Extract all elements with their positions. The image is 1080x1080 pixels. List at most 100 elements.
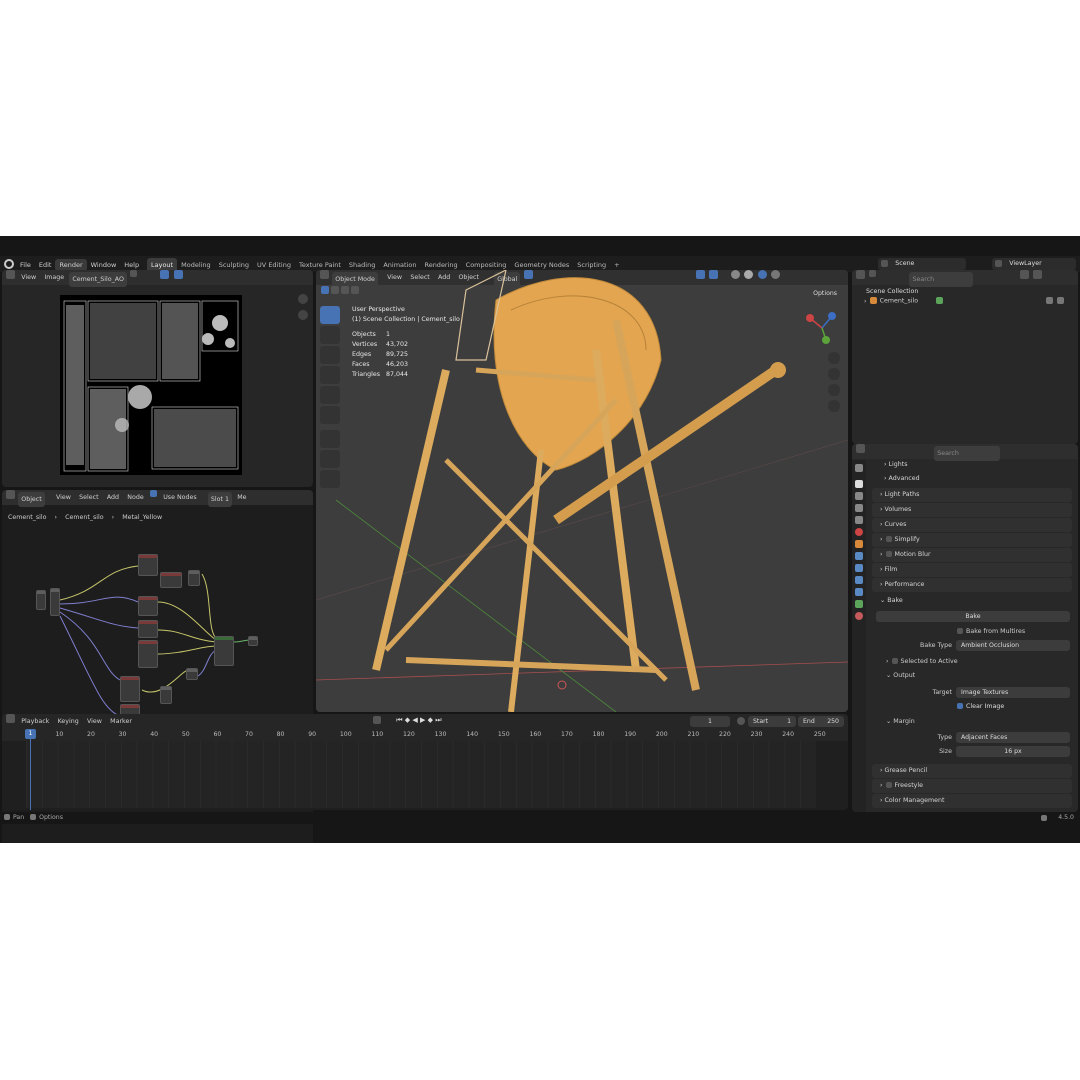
select-extend-icon[interactable] [331, 286, 339, 294]
play-reverse-icon[interactable]: ◀ [412, 716, 417, 724]
start-frame-field[interactable]: Start 1 [748, 716, 796, 727]
section-grease-pencil[interactable]: › Grease Pencil [872, 764, 1072, 778]
jump-start-icon[interactable]: ⏮ [396, 716, 402, 724]
tool-transform-icon[interactable] [320, 406, 340, 424]
navigation-gizmo[interactable] [802, 308, 842, 348]
output-tab-icon[interactable] [855, 492, 863, 500]
particles-tab-icon[interactable] [855, 564, 863, 572]
section-light-paths[interactable]: › Light Paths [872, 488, 1072, 502]
node-image-texture-4[interactable] [138, 620, 158, 638]
output-subsection[interactable]: ⌄ Output [886, 670, 915, 681]
display-mode-icon[interactable] [869, 270, 877, 277]
tool-move-icon[interactable] [320, 346, 340, 364]
tool-measure-icon[interactable] [320, 450, 340, 468]
image-image-menu[interactable]: Image [41, 270, 67, 285]
simplify-checkbox[interactable] [885, 536, 892, 542]
select-subtract-icon[interactable] [341, 286, 349, 294]
node-principled-bsdf[interactable] [214, 636, 234, 666]
play-icon[interactable]: ▶ [420, 716, 425, 724]
section-performance[interactable]: › Performance [872, 578, 1072, 592]
scene-selector[interactable]: Scene [878, 258, 966, 270]
visibility-eye-icon[interactable] [1046, 297, 1054, 304]
overlay-icon[interactable] [173, 270, 183, 279]
tool-rotate-icon[interactable] [320, 366, 340, 384]
view-layer-selector[interactable]: ViewLayer [992, 258, 1076, 270]
motion-blur-checkbox[interactable] [885, 551, 892, 557]
node-select-menu[interactable]: Select [76, 490, 101, 505]
node-bump[interactable] [186, 668, 198, 680]
zoom-icon[interactable] [298, 294, 308, 304]
object-tab-icon[interactable] [855, 540, 863, 548]
use-nodes-checkbox[interactable] [149, 490, 157, 497]
breadcrumb-mesh[interactable]: Cement_silo [65, 514, 104, 521]
pin-icon[interactable] [130, 270, 138, 277]
camera-view-icon[interactable] [828, 384, 840, 396]
breadcrumb-object[interactable]: Cement_silo [8, 514, 47, 521]
slot-dropdown[interactable]: Slot 1 [207, 492, 232, 507]
section-curves[interactable]: › Curves [872, 518, 1072, 532]
clear-image-option[interactable]: Clear Image [956, 701, 1004, 712]
section-simplify[interactable]: › Simplify [872, 533, 1072, 547]
node-normal-map[interactable] [160, 686, 172, 704]
prev-keyframe-icon[interactable]: ◆ [405, 716, 410, 724]
object-type-dropdown[interactable]: Object [18, 492, 45, 507]
playhead-frame-label[interactable]: 1 [25, 729, 36, 739]
clear-image-checkbox[interactable] [957, 703, 963, 709]
node-image-texture-2[interactable] [160, 572, 182, 588]
section-color-management[interactable]: › Color Management [872, 794, 1072, 808]
node-image-texture-1[interactable] [138, 554, 158, 576]
data-tab-icon[interactable] [855, 600, 863, 608]
new-collection-icon[interactable] [1032, 270, 1042, 279]
next-keyframe-icon[interactable]: ◆ [428, 716, 433, 724]
outliner-editor-type-icon[interactable] [856, 270, 865, 279]
tool-add-cube-icon[interactable] [320, 470, 340, 488]
node-editor-type-icon[interactable] [6, 490, 15, 499]
timer-icon[interactable] [737, 717, 745, 725]
timeline-playback-menu[interactable]: Playback [18, 714, 52, 729]
tool-annotate-icon[interactable] [320, 430, 340, 448]
tool-tab-icon[interactable] [855, 464, 863, 472]
node-view-menu[interactable]: View [53, 490, 74, 505]
node-image-texture-6[interactable] [120, 676, 140, 702]
timeline-marker-menu[interactable]: Marker [107, 714, 135, 729]
render-tab-icon[interactable] [855, 480, 863, 488]
outliner-item-cement-silo[interactable]: › Cement_silo [856, 297, 1074, 307]
node-node-menu[interactable]: Node [124, 490, 146, 505]
modifier-tab-icon[interactable] [855, 552, 863, 560]
bake-from-multires-checkbox[interactable] [957, 628, 963, 634]
pan-view-icon[interactable] [828, 368, 840, 380]
freestyle-checkbox[interactable] [885, 782, 892, 788]
tool-cursor-icon[interactable] [320, 326, 340, 344]
node-add-menu[interactable]: Add [104, 490, 122, 505]
node-mix-1[interactable] [188, 570, 200, 586]
section-motion-blur[interactable]: › Motion Blur [872, 548, 1072, 562]
jump-end-icon[interactable]: ⏭ [435, 716, 441, 724]
end-frame-field[interactable]: End 250 [798, 716, 844, 727]
tool-select-icon[interactable] [320, 306, 340, 324]
section-lights[interactable]: › Lights [872, 458, 1072, 472]
node-mapping[interactable] [50, 588, 60, 616]
blender-logo-icon[interactable] [4, 259, 14, 269]
material-tab-icon[interactable] [855, 612, 863, 620]
ortho-toggle-icon[interactable] [828, 400, 840, 412]
hand-pan-icon[interactable] [298, 310, 308, 320]
select-invert-icon[interactable] [351, 286, 359, 294]
timeline-track[interactable] [26, 741, 816, 808]
zoom-view-icon[interactable] [828, 352, 840, 364]
section-freestyle[interactable]: › Freestyle [872, 779, 1072, 793]
record-icon[interactable] [373, 716, 381, 724]
current-frame-field[interactable]: 1 [690, 716, 730, 727]
outliner-search-input[interactable]: Search [909, 272, 974, 287]
constraints-tab-icon[interactable] [855, 588, 863, 596]
node-material-output[interactable] [248, 636, 258, 646]
frame-ruler[interactable]: 1102030405060708090100110120130140150160… [2, 729, 848, 741]
node-image-texture-3[interactable] [138, 596, 158, 616]
bake-from-multires-option[interactable]: Bake from Multires [956, 626, 1025, 637]
bake-button[interactable]: Bake [876, 611, 1070, 622]
view-layer-tab-icon[interactable] [855, 504, 863, 512]
image-view-menu[interactable]: View [18, 270, 39, 285]
render-camera-icon[interactable] [1057, 297, 1065, 304]
filter-icon[interactable] [1019, 270, 1029, 279]
timeline-keying-menu[interactable]: Keying [55, 714, 82, 729]
image-selector[interactable]: Cement_Silo_AO [69, 272, 127, 287]
